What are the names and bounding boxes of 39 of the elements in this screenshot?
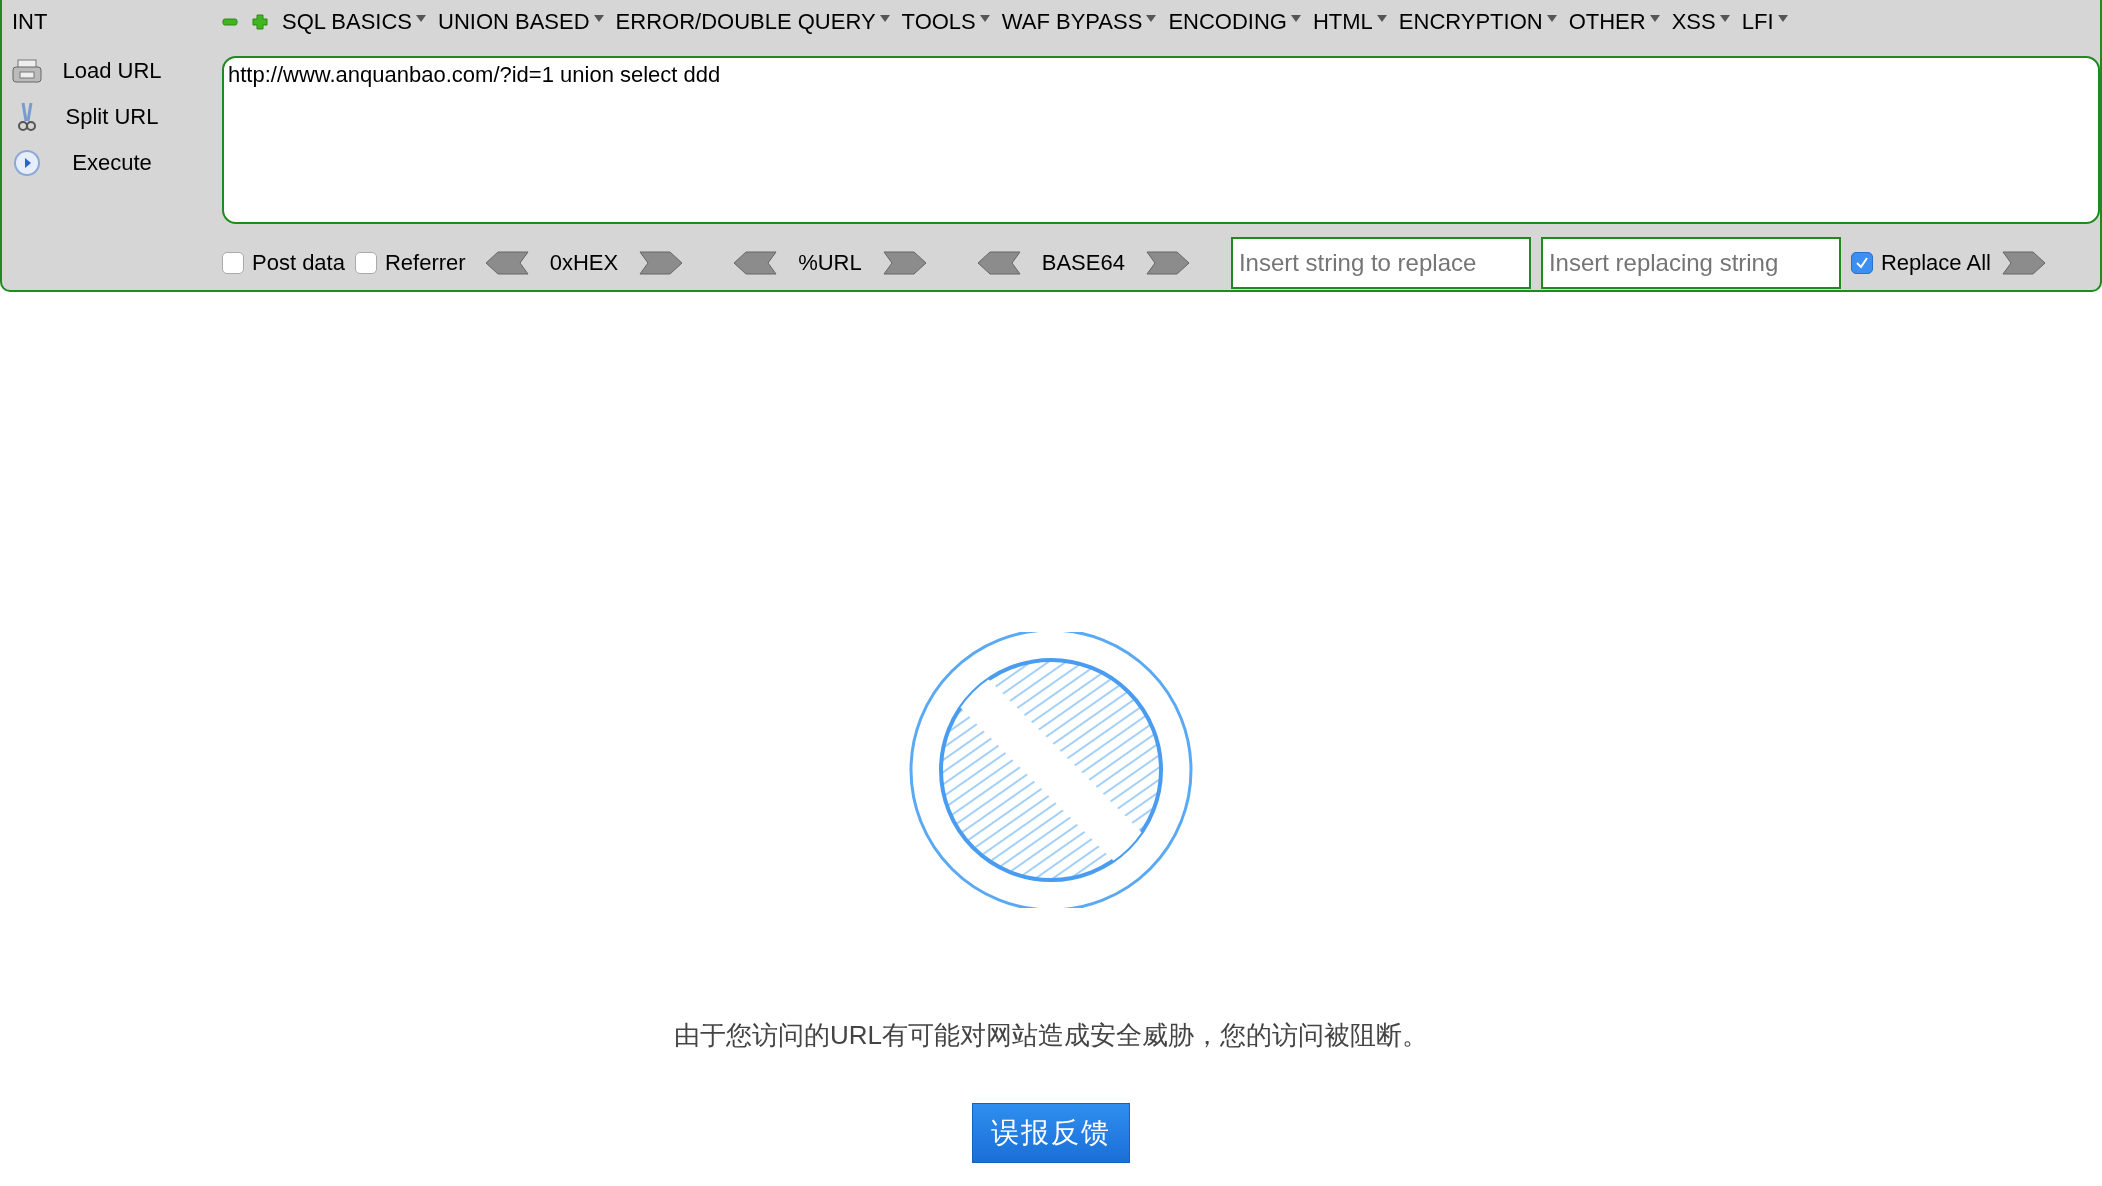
menu-item[interactable]: UNION BASED bbox=[438, 9, 616, 35]
encoder-label: BASE64 bbox=[1041, 250, 1125, 276]
prohibited-icon bbox=[908, 632, 1194, 908]
action-button[interactable]: Load URL bbox=[12, 52, 182, 90]
encoder-label: 0xHEX bbox=[549, 250, 619, 276]
replace-all-checkbox[interactable]: Replace All bbox=[1850, 250, 1991, 276]
menu-item[interactable]: SQL BASICS bbox=[282, 9, 438, 35]
url-field[interactable]: http://www.anquanbao.com/?id=1 union select ddd bbox=[222, 56, 2100, 224]
action-button[interactable]: Execute bbox=[12, 144, 182, 182]
menu-item[interactable]: HTML bbox=[1312, 9, 1399, 35]
toolbar-title: INT bbox=[12, 9, 49, 35]
menu-item[interactable]: ENCRYPTION bbox=[1398, 9, 1569, 35]
encoder-label: %URL bbox=[798, 250, 862, 276]
check-icon bbox=[1854, 256, 1869, 270]
right-arrow-icon[interactable] bbox=[881, 250, 928, 276]
block-message: 由于您访问的URL有可能对网站造成安全威胁，您的访问被阻断。 bbox=[674, 1019, 1428, 1052]
right-arrow-icon[interactable] bbox=[2000, 250, 2047, 276]
replace-field[interactable]: Insert string to replace bbox=[1230, 237, 1531, 289]
feedback-button[interactable]: 误报反馈 bbox=[972, 1103, 1130, 1163]
minus-icon[interactable] bbox=[222, 17, 238, 27]
plus-icon[interactable] bbox=[252, 14, 268, 30]
right-arrow-icon[interactable] bbox=[1144, 250, 1191, 276]
menu-item[interactable]: XSS bbox=[1671, 9, 1742, 35]
replace-field[interactable]: Insert replacing string bbox=[1540, 237, 1841, 289]
checkbox-option[interactable]: Post data bbox=[222, 250, 345, 276]
menu-item[interactable]: WAF BYPASS bbox=[1001, 9, 1169, 35]
menu-item[interactable]: ERROR/DOUBLE QUERY bbox=[615, 9, 902, 35]
left-arrow-icon[interactable] bbox=[732, 250, 779, 276]
checkbox-option[interactable]: Referrer bbox=[354, 250, 466, 276]
play-icon bbox=[12, 149, 42, 177]
menu-item[interactable]: TOOLS bbox=[901, 9, 1002, 35]
left-arrow-icon[interactable] bbox=[483, 250, 530, 276]
menu-item[interactable]: OTHER bbox=[1568, 9, 1672, 35]
action-button[interactable]: Split URL bbox=[12, 98, 182, 136]
menu-item[interactable]: ENCODING bbox=[1168, 9, 1313, 35]
right-arrow-icon[interactable] bbox=[638, 250, 685, 276]
printer-icon bbox=[12, 58, 42, 84]
menu-item[interactable]: LFI bbox=[1741, 9, 1800, 35]
left-arrow-icon[interactable] bbox=[975, 250, 1022, 276]
